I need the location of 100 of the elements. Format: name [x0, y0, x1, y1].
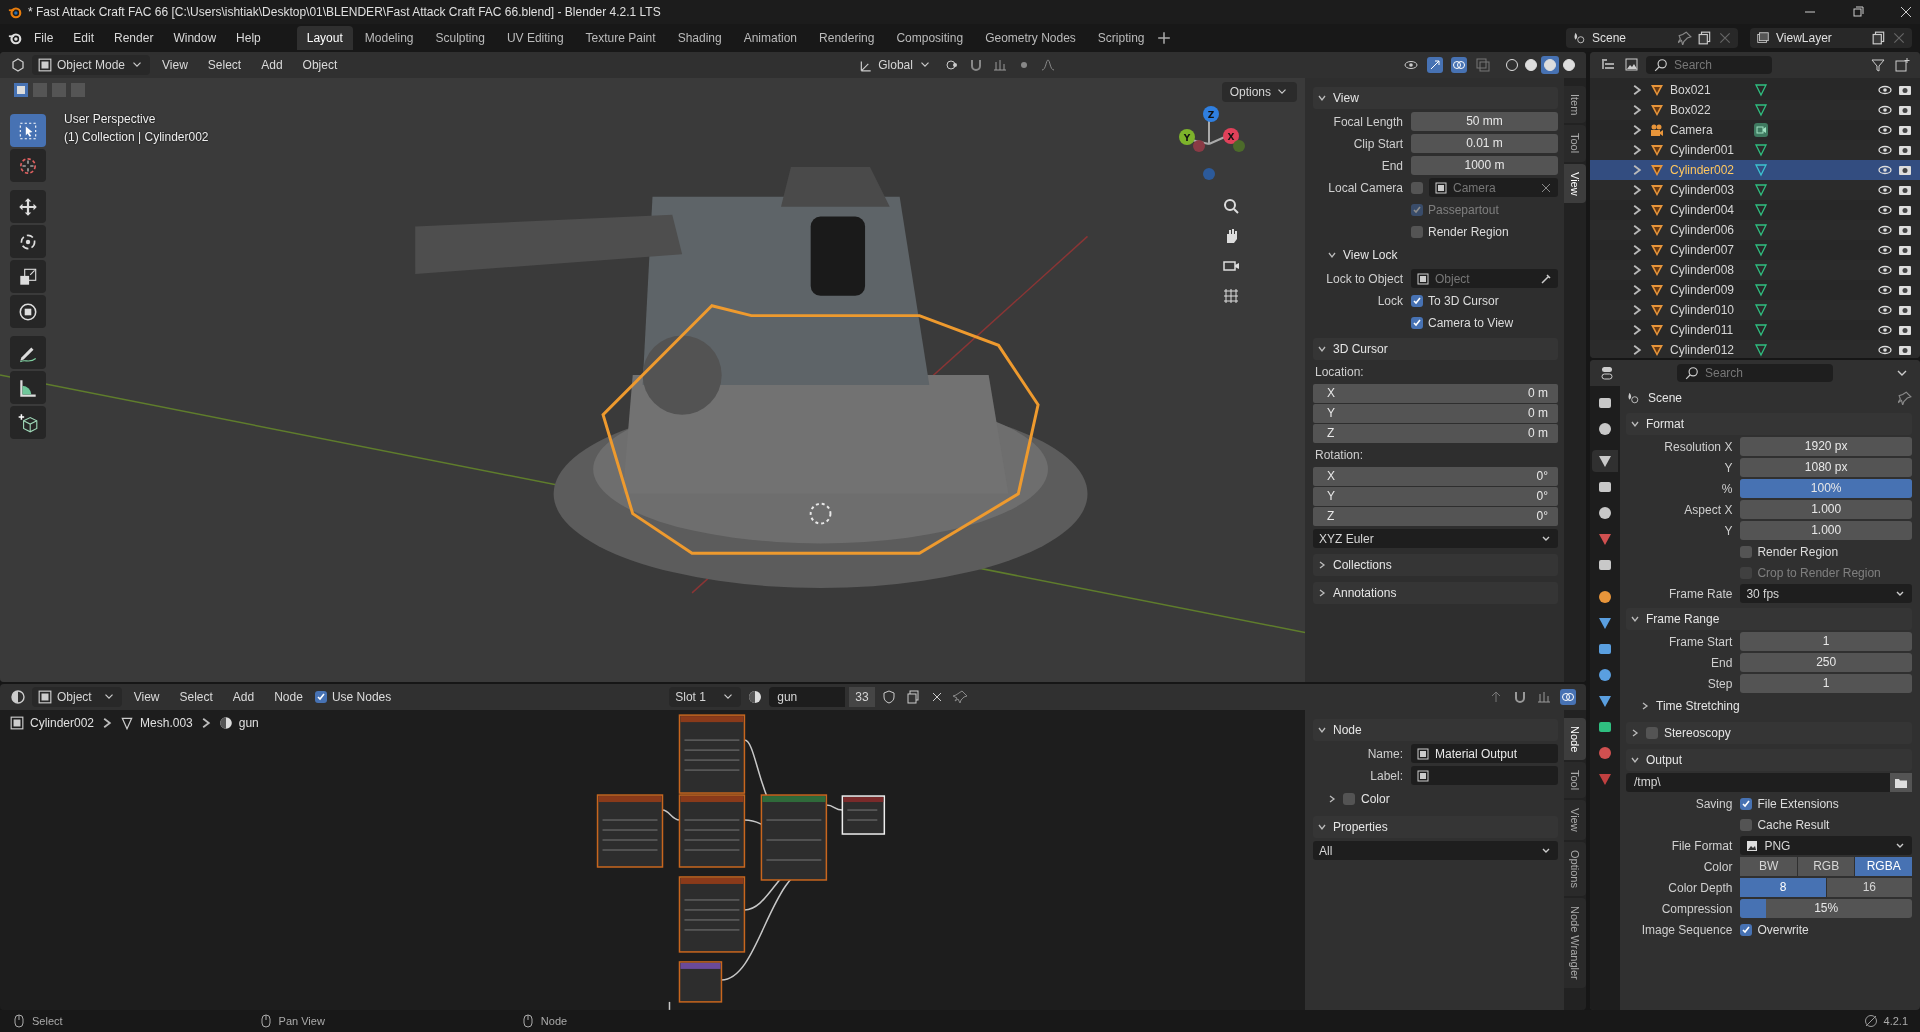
sidebar-tab[interactable]: Options: [1564, 842, 1586, 897]
workspace-tab[interactable]: Scripting: [1087, 26, 1155, 50]
tool-button[interactable]: [10, 190, 46, 223]
rendered-icon[interactable]: [1560, 56, 1578, 74]
menu-item[interactable]: Window: [165, 28, 225, 48]
mesh-data-icon[interactable]: [1754, 343, 1768, 357]
number-field[interactable]: 1: [1740, 632, 1912, 651]
checkbox[interactable]: Cache Result: [1740, 817, 1830, 832]
tool-button[interactable]: [10, 260, 46, 293]
slider[interactable]: 15%: [1740, 899, 1912, 918]
options-button[interactable]: Options: [1221, 82, 1297, 102]
dropdown[interactable]: 30 fps: [1740, 584, 1912, 603]
zoom-icon[interactable]: [1221, 196, 1241, 216]
panel-header[interactable]: Color: [1313, 788, 1558, 810]
workspace-tab[interactable]: Sculpting: [425, 26, 495, 50]
new-collection-icon[interactable]: [1894, 57, 1910, 73]
maximize-icon[interactable]: [1852, 6, 1864, 18]
sidebar-tab[interactable]: Node Wrangler: [1564, 898, 1586, 988]
number-field[interactable]: Y 0 m: [1313, 404, 1558, 423]
workspace-tab[interactable]: Texture Paint: [575, 26, 666, 50]
number-field[interactable]: X 0°: [1313, 467, 1558, 486]
axis-gizmo[interactable]: [1179, 106, 1245, 180]
panel-header[interactable]: Stereoscopy: [1626, 722, 1912, 744]
eye-icon[interactable]: [1878, 323, 1892, 337]
shader-node[interactable]: [678, 794, 746, 868]
menu-item[interactable]: View: [125, 687, 168, 707]
number-field[interactable]: 1080 px: [1740, 458, 1912, 477]
workspace-tab[interactable]: Layout: [296, 26, 353, 50]
toggle-button[interactable]: 16: [1826, 878, 1912, 897]
mesh-data-icon[interactable]: [1754, 323, 1768, 337]
camera-icon[interactable]: [1898, 303, 1912, 317]
menu-item[interactable]: Select: [171, 687, 221, 707]
sidebar-tab[interactable]: Tool: [1564, 125, 1586, 162]
menu-item[interactable]: Object: [294, 55, 346, 75]
sidebar-tab[interactable]: Tool: [1564, 762, 1586, 799]
sidebar-tab[interactable]: View: [1564, 800, 1586, 841]
mesh-data-icon[interactable]: [1754, 143, 1768, 157]
tool-button[interactable]: [10, 371, 46, 404]
workspace-tab[interactable]: Modeling: [354, 26, 424, 50]
filter-icon[interactable]: [1870, 57, 1886, 73]
mesh-data-icon[interactable]: [1754, 183, 1768, 197]
object-field[interactable]: Camera: [1429, 178, 1558, 197]
workspace-tab[interactable]: Shading: [667, 26, 732, 50]
panel-header[interactable]: Node: [1313, 719, 1558, 741]
gizmo-toggle-icon[interactable]: [1427, 57, 1443, 73]
checkbox[interactable]: Use Nodes: [314, 690, 392, 704]
editor-type-icon[interactable]: [1600, 365, 1616, 381]
material-icon[interactable]: [1541, 56, 1559, 74]
mesh-data-icon[interactable]: [1754, 203, 1768, 217]
number-field[interactable]: 1.000: [1740, 500, 1912, 519]
object-field[interactable]: [1411, 766, 1558, 785]
menu-item[interactable]: View: [154, 55, 196, 75]
eye-icon[interactable]: [1878, 183, 1892, 197]
menu-item[interactable]: Select: [199, 55, 250, 75]
checkbox[interactable]: [1411, 181, 1423, 194]
material-name-field[interactable]: gun: [769, 687, 846, 707]
eye-icon[interactable]: [1878, 203, 1892, 217]
camera-icon[interactable]: [1898, 343, 1912, 357]
add-icon[interactable]: [1156, 31, 1171, 45]
camera-icon[interactable]: [1898, 283, 1912, 297]
menu-item[interactable]: Render: [106, 28, 162, 48]
search-field[interactable]: Search: [1646, 56, 1772, 74]
blender-logo-icon[interactable]: [8, 31, 22, 45]
search-field[interactable]: Search: [1677, 364, 1833, 382]
tool-button[interactable]: [10, 406, 46, 439]
duplicate-icon[interactable]: [1698, 31, 1712, 45]
panel-header[interactable]: Properties: [1313, 816, 1558, 838]
magnet-icon[interactable]: [1512, 689, 1528, 705]
dropdown[interactable]: PNG: [1740, 836, 1912, 855]
camera-icon[interactable]: [1898, 243, 1912, 257]
eye-icon[interactable]: [1878, 83, 1892, 97]
checkbox[interactable]: File Extensions: [1740, 796, 1839, 811]
workspace-tab[interactable]: Animation: [733, 26, 808, 50]
eye-icon[interactable]: [1878, 343, 1892, 357]
camera-icon[interactable]: [1898, 123, 1912, 137]
sidebar-tab[interactable]: View: [1564, 163, 1586, 204]
breadcrumb[interactable]: Mesh.003: [140, 716, 193, 730]
number-field[interactable]: X 0 m: [1313, 384, 1558, 403]
camera-data-icon[interactable]: [1754, 123, 1768, 137]
editor-type-icon[interactable]: [10, 689, 26, 705]
checkbox[interactable]: [1343, 793, 1355, 805]
overlay-toggle-icon[interactable]: [1451, 57, 1467, 73]
checkbox[interactable]: Render Region: [1411, 224, 1509, 239]
snap-icon[interactable]: [991, 57, 1008, 73]
workspace-tab[interactable]: Compositing: [886, 26, 974, 50]
tool-button[interactable]: [10, 225, 46, 258]
outliner-row[interactable]: Camera: [1590, 120, 1920, 140]
solid-icon[interactable]: [1522, 56, 1540, 74]
mode-dropdown[interactable]: Object Mode: [32, 55, 151, 75]
tool-button[interactable]: [10, 336, 46, 369]
panel-header[interactable]: 3D Cursor: [1313, 338, 1558, 360]
folder-button[interactable]: [1890, 773, 1912, 792]
checkbox[interactable]: Render Region: [1740, 544, 1839, 559]
checkbox[interactable]: Overwrite: [1740, 922, 1809, 937]
mesh-data-icon[interactable]: [1754, 303, 1768, 317]
mesh-data-icon[interactable]: [1754, 103, 1768, 117]
eye-icon[interactable]: [1878, 303, 1892, 317]
panel-header[interactable]: Collections: [1313, 554, 1558, 576]
menu-item[interactable]: Add: [253, 55, 291, 75]
menu-item[interactable]: Edit: [65, 28, 103, 48]
